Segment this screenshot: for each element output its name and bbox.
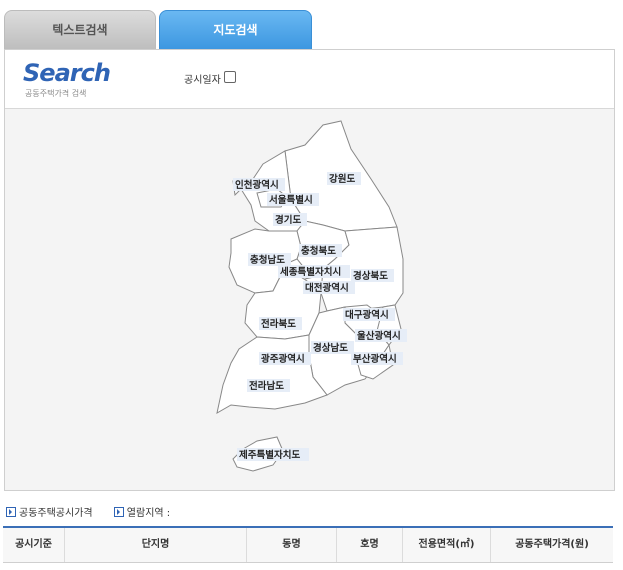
svg-text:대구광역시: 대구광역시 (345, 309, 389, 321)
svg-text:서울특별시: 서울특별시 (269, 194, 313, 206)
svg-text:강원도: 강원도 (329, 173, 355, 185)
col-building: 동명 (247, 528, 337, 562)
svg-text:전라북도: 전라북도 (261, 318, 296, 330)
col-area: 전용면적(㎡) (403, 528, 491, 562)
korea-map-svg: 인천광역시 서울특별시 경기도 강원도 충청북도 충청남도 세종특별자치시 경상… (216, 120, 407, 472)
svg-text:경상북도: 경상북도 (353, 270, 388, 282)
col-price: 공동주택가격(원) (515, 539, 589, 550)
svg-text:전라남도: 전라남도 (249, 380, 284, 392)
region-label-daejeon[interactable]: 대전광역시 (303, 281, 355, 294)
region-label-gyeongbuk[interactable]: 경상북도 (351, 269, 394, 282)
svg-text:부산광역시: 부산광역시 (353, 353, 397, 365)
svg-text:충청남도: 충청남도 (250, 254, 285, 266)
region-label-incheon[interactable]: 인천광역시 (233, 178, 285, 191)
col-announce-basis: 공시기준 (3, 528, 65, 562)
region-label-sejong[interactable]: 세종특별자치시 (278, 265, 350, 278)
region-label-seoul[interactable]: 서울특별시 (267, 193, 319, 206)
svg-text:광주광역시: 광주광역시 (261, 353, 305, 365)
region-label-chungnam[interactable]: 충청남도 (248, 253, 291, 266)
announce-date-label: 공시일자 (184, 75, 221, 86)
search-subtitle: 공동주택가격 검색 (25, 89, 87, 98)
svg-text:세종특별자치시: 세종특별자치시 (280, 266, 341, 278)
region-label-jeonnam[interactable]: 전라남도 (247, 379, 290, 392)
region-label-chungbuk[interactable]: 충청북도 (299, 244, 342, 257)
tab-map-search[interactable]: 지도검색 (159, 10, 312, 51)
region-label-ulsan[interactable]: 울산광역시 (355, 329, 407, 342)
korea-map: 인천광역시 서울특별시 경기도 강원도 충청북도 충청남도 세종특별자치시 경상… (5, 109, 614, 490)
panel-header: Search 공동주택가격 검색 공시일자 (5, 50, 614, 109)
region-label-gyeonggi[interactable]: 경기도 (273, 213, 307, 226)
result-table-header: 공시기준 단지명 동명 호명 전용면적(㎡) 공동주택가격(원) (3, 526, 613, 563)
svg-text:대전광역시: 대전광역시 (305, 282, 349, 294)
arrow-box-icon (6, 507, 16, 517)
legend-item-price: 공동주택공시가격 (6, 504, 93, 519)
svg-text:충청북도: 충청북도 (301, 245, 336, 257)
region-label-daegu[interactable]: 대구광역시 (343, 308, 395, 321)
col-unit: 호명 (337, 528, 403, 562)
svg-text:제주특별자치도: 제주특별자치도 (239, 449, 300, 461)
search-tabs: 텍스트검색 지도검색 (4, 10, 616, 51)
region-label-jeonbuk[interactable]: 전라북도 (259, 317, 302, 330)
svg-text:인천광역시: 인천광역시 (235, 179, 279, 191)
tab-text-search[interactable]: 텍스트검색 (4, 10, 156, 51)
region-label-gangwon[interactable]: 강원도 (327, 172, 361, 185)
search-logo: Search (23, 59, 111, 87)
arrow-box-icon (113, 507, 124, 517)
svg-text:경기도: 경기도 (275, 214, 301, 226)
region-label-gwangju[interactable]: 광주광역시 (259, 352, 311, 365)
region-label-gyeongnam[interactable]: 경상남도 (311, 341, 354, 354)
region-label-busan[interactable]: 부산광역시 (351, 352, 403, 365)
legend: 공동주택공시가격 열람지역 : (6, 504, 188, 519)
legend-item-region: 열람지역 : (113, 504, 170, 519)
search-panel: Search 공동주택가격 검색 공시일자 인천광역시 서울특별시 경기도 강원… (4, 49, 615, 491)
announce-date-checkbox[interactable] (224, 71, 236, 83)
svg-text:울산광역시: 울산광역시 (357, 330, 401, 342)
svg-text:경상남도: 경상남도 (313, 342, 348, 354)
col-complex-name: 단지명 (65, 528, 247, 562)
region-label-jeju[interactable]: 제주특별자치도 (237, 448, 309, 461)
